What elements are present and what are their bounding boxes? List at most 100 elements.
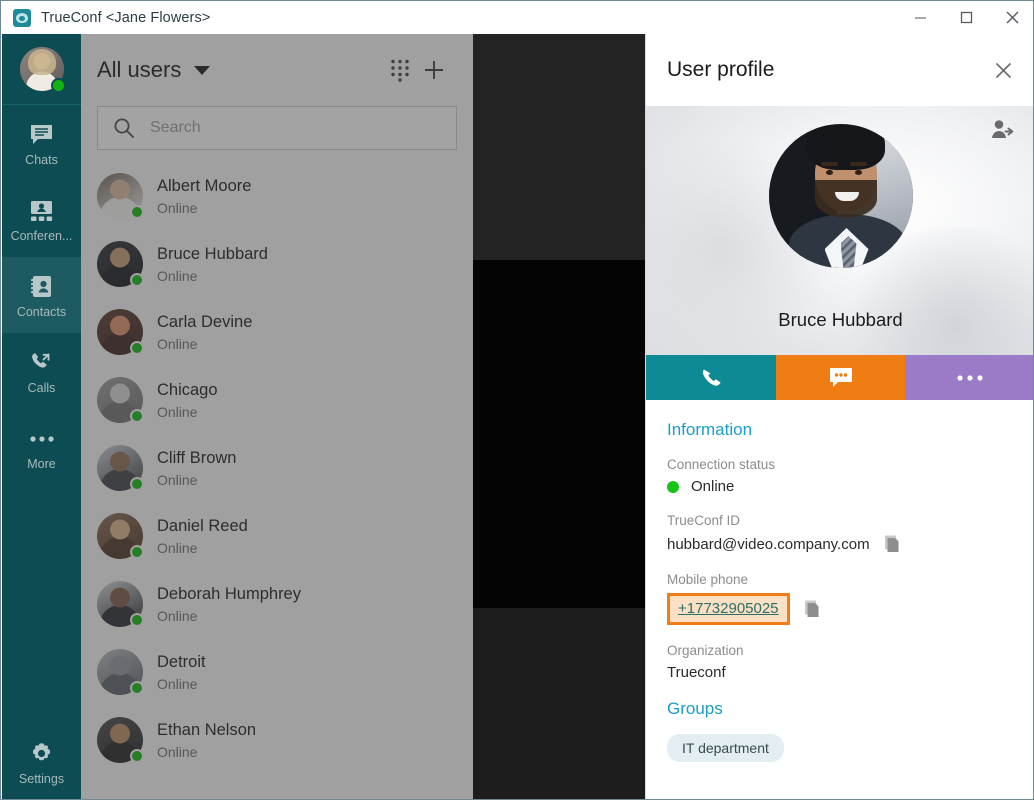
contact-meta: Chicago Online: [157, 380, 218, 421]
field-value-row: Online: [667, 478, 1014, 495]
sidebar-nav: Chats Conferen... Contacts Calls More Se…: [2, 34, 81, 799]
contact-list-item[interactable]: Deborah Humphrey Online: [81, 570, 473, 638]
sidebar-item-label: More: [27, 456, 56, 471]
group-chip[interactable]: IT department: [667, 734, 784, 762]
chat-bubble-icon: [28, 120, 55, 150]
field-value-row: +17732905025: [667, 593, 1014, 625]
sidebar-item-contacts[interactable]: Contacts: [2, 257, 81, 333]
organization-value: Trueconf: [667, 664, 726, 681]
connection-status-value: Online: [691, 478, 735, 495]
search-icon: [98, 117, 150, 139]
status-dot: [130, 409, 144, 423]
copy-icon[interactable]: [884, 534, 902, 554]
account-avatar[interactable]: [2, 34, 81, 104]
contact-list-item[interactable]: Ethan Nelson Online: [81, 706, 473, 774]
gear-icon: [28, 739, 55, 769]
field-label: Mobile phone: [667, 572, 749, 587]
field-label: Organization: [667, 643, 744, 658]
contact-status: Online: [157, 608, 198, 625]
sidebar-item-label: Calls: [27, 380, 56, 395]
contact-status: Online: [157, 404, 198, 421]
field-trueconf-id: TrueConf ID hubbard@video.company.com: [667, 513, 1014, 554]
mobile-phone-highlight: +17732905025: [667, 593, 790, 625]
sidebar-item-chats[interactable]: Chats: [2, 105, 81, 181]
contact-status: Online: [157, 540, 198, 557]
copy-icon[interactable]: [804, 599, 822, 619]
avatar: [97, 581, 144, 627]
search-input[interactable]: [150, 119, 456, 137]
contacts-list: Albert Moore Online Bruce Hubbard Online Car…: [81, 162, 473, 778]
ellipsis-icon: [28, 424, 56, 454]
dialpad-button[interactable]: [383, 53, 417, 87]
contact-status: Online: [157, 336, 198, 353]
profile-hero: Bruce Hubbard: [646, 106, 1033, 355]
share-contact-icon[interactable]: [985, 112, 1021, 148]
profile-action-bar: [646, 355, 1033, 400]
contacts-panel: All users Search Albert Moore Online Bru…: [81, 34, 473, 799]
status-dot: [130, 341, 144, 355]
search-bar[interactable]: [97, 106, 457, 150]
trueconf-id-value: hubbard@video.company.com: [667, 535, 870, 553]
status-dot: [130, 681, 144, 695]
field-organization: Organization Trueconf: [667, 643, 1014, 681]
contact-list-item[interactable]: Albert Moore Online: [81, 162, 473, 230]
add-contact-button[interactable]: [417, 53, 451, 87]
contact-list-item[interactable]: Daniel Reed Online: [81, 502, 473, 570]
contact-name: Deborah Humphrey: [157, 584, 301, 603]
sidebar-item-settings[interactable]: Settings: [2, 724, 81, 799]
contact-meta: Albert Moore Online: [157, 176, 251, 217]
contact-meta: Detroit Online: [157, 652, 206, 693]
contact-name: Carla Devine: [157, 312, 253, 331]
avatar: [97, 649, 144, 695]
group-selector-label[interactable]: All users: [97, 57, 181, 83]
account-status-dot: [51, 78, 66, 93]
chat-button[interactable]: [775, 355, 906, 400]
sidebar-item-label: Contacts: [16, 304, 67, 319]
contact-status: Online: [157, 676, 198, 693]
sidebar-item-more[interactable]: More: [2, 409, 81, 485]
avatar: [97, 241, 144, 287]
contact-name: Cliff Brown: [157, 448, 237, 467]
profile-header: User profile: [646, 34, 1033, 106]
sidebar-item-conferences[interactable]: Conferen...: [2, 181, 81, 257]
sidebar-item-label: Settings: [18, 771, 65, 786]
field-connection-status: Connection status Online: [667, 457, 1014, 495]
contact-list-item[interactable]: Detroit Online: [81, 638, 473, 706]
status-dot: [130, 749, 144, 763]
sidebar-item-label: Conferen...: [10, 228, 73, 243]
contact-list-item[interactable]: Bruce Hubbard Online: [81, 230, 473, 298]
trueconf-logo-icon: [13, 8, 31, 27]
contact-status: Online: [157, 744, 198, 761]
panel-title: User profile: [667, 58, 775, 81]
contact-meta: Bruce Hubbard Online: [157, 244, 268, 285]
avatar: [97, 377, 144, 423]
trueconf-window: TrueConf <Jane Flowers> Chats Conferen..…: [0, 0, 1034, 800]
close-button[interactable]: [989, 2, 1033, 34]
sidebar-item-label: Chats: [25, 152, 58, 167]
chevron-down-icon[interactable]: [194, 65, 211, 75]
minimize-button[interactable]: [897, 2, 943, 34]
contact-meta: Daniel Reed Online: [157, 516, 248, 557]
mobile-phone-link[interactable]: +17732905025: [678, 600, 779, 617]
avatar: [97, 717, 144, 763]
contact-list-item[interactable]: Chicago Online: [81, 366, 473, 434]
more-actions-button[interactable]: [905, 355, 1033, 400]
close-icon[interactable]: [985, 52, 1021, 88]
avatar: [97, 309, 144, 355]
status-dot: [130, 477, 144, 491]
call-button[interactable]: [646, 355, 776, 400]
user-profile-panel: User profile Bruce Hubbard Information C…: [645, 34, 1033, 799]
contact-meta: Carla Devine Online: [157, 312, 252, 353]
field-label: TrueConf ID: [667, 513, 741, 528]
profile-details: Information Connection status Online Tru…: [646, 400, 1033, 762]
sidebar-item-calls[interactable]: Calls: [2, 333, 81, 409]
contact-list-item[interactable]: Cliff Brown Online: [81, 434, 473, 502]
contact-name: Ethan Nelson: [157, 720, 257, 739]
maximize-button[interactable]: [943, 2, 989, 34]
contact-name: Albert Moore: [157, 176, 252, 195]
contact-list-item[interactable]: Carla Devine Online: [81, 298, 473, 366]
contact-status: Online: [157, 472, 198, 489]
contact-status: Online: [157, 200, 198, 217]
title-bar: TrueConf <Jane Flowers>: [1, 1, 1033, 34]
address-book-icon: [28, 272, 55, 302]
